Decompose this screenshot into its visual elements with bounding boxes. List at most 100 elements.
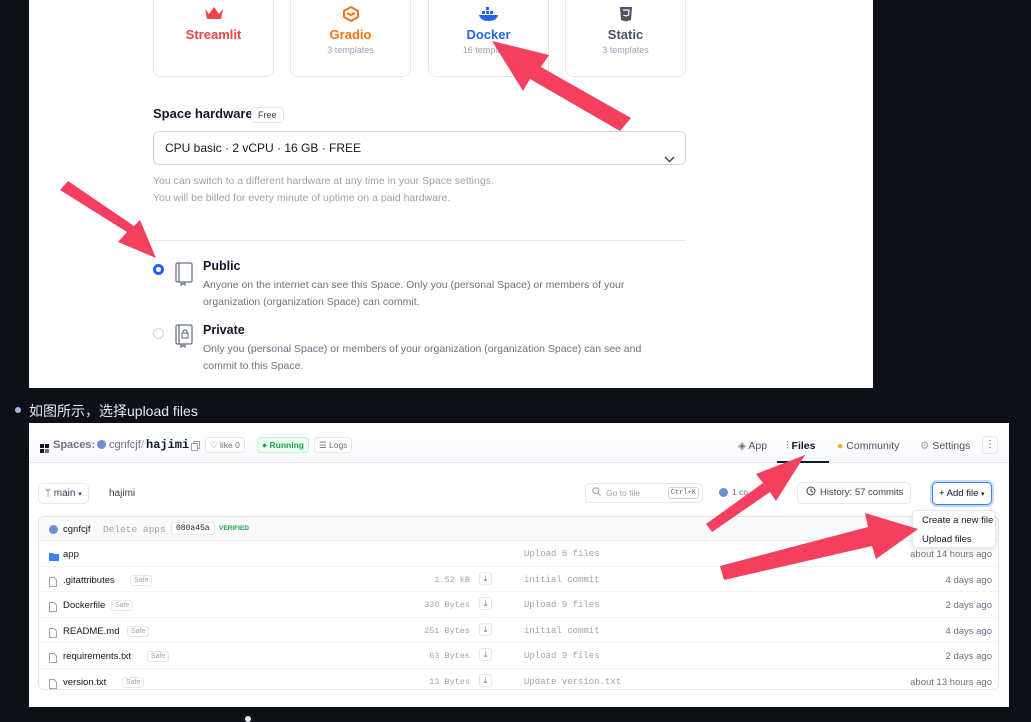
add-file-menu: Create a new file Upload files [912, 510, 996, 548]
go-to-file-input[interactable]: Go to file Ctrl+K [585, 483, 703, 503]
template-name: Gradio [329, 27, 372, 42]
file-icon [49, 676, 57, 690]
file-size: 63 Bytes [429, 651, 470, 661]
gradio-logo-icon [291, 6, 410, 24]
commit-time: 4 days ago [945, 574, 992, 586]
commit-message[interactable]: initial commit [524, 626, 600, 636]
spaces-logo-icon [40, 440, 49, 458]
safe-badge: Safe [127, 625, 150, 637]
public-description: Anyone on the internet can see this Spac… [203, 279, 625, 308]
logs-label: Logs [328, 440, 348, 450]
table-row[interactable]: Dockerfile Safe 330 Bytes ⤓ Upload 9 fil… [39, 592, 998, 618]
like-button[interactable]: ♡ like 0 [205, 437, 245, 453]
file-size: 330 Bytes [424, 600, 470, 610]
file-name[interactable]: README.md [63, 626, 119, 637]
upload-files-item[interactable]: Upload files [922, 534, 972, 545]
file-name[interactable]: .gitattributes [63, 575, 115, 586]
file-icon [49, 599, 57, 617]
search-icon [592, 484, 601, 502]
safe-badge: Safe [130, 574, 153, 586]
contributors-link[interactable]: 1 co [732, 487, 748, 497]
file-size: 13 Bytes [429, 676, 470, 687]
repo-name[interactable]: hajimi [146, 438, 189, 452]
file-icon [49, 574, 57, 592]
status-badge: ● Running [257, 437, 309, 453]
branch-selector[interactable]: ᛘ main ▾ [38, 483, 89, 504]
hardware-note: You can switch to a different hardware a… [153, 175, 494, 187]
more-options-button[interactable]: ⋮ [982, 436, 998, 454]
template-count: 16 templates [462, 45, 515, 55]
file-name[interactable]: version.txt [63, 677, 106, 688]
branch-name: main [53, 488, 76, 499]
avatar [49, 525, 58, 534]
space-files-page: Spaces: cgnfcjf / hajimi ♡ like 0 ● Runn… [29, 423, 1009, 707]
template-name: Docker [466, 27, 511, 42]
file-table: cgnfcjf Delete apps 080a45a VERIFIED app… [38, 516, 999, 690]
tab-app[interactable]: ◈ App [738, 440, 767, 452]
tab-label: Community [846, 440, 900, 452]
download-icon[interactable]: ⤓ [479, 673, 492, 687]
breadcrumb[interactable]: hajimi [109, 488, 135, 499]
gear-icon: ⚙ [920, 440, 930, 452]
keyboard-shortcut: Ctrl+K [667, 487, 699, 499]
file-name[interactable]: requirements.txt [63, 651, 131, 662]
chevron-down-icon [664, 143, 675, 176]
tab-label: Settings [932, 440, 971, 452]
file-name[interactable]: app [63, 549, 79, 560]
commit-message[interactable]: Upload 6 files [524, 549, 600, 559]
branch-icon: ᛘ [45, 488, 51, 499]
create-space-form: Streamlit Gradio 3 templates Docker 16 t… [29, 0, 873, 388]
last-commit-row: cgnfcjf Delete apps 080a45a VERIFIED [39, 517, 998, 541]
commit-message[interactable]: initial commit [524, 575, 600, 585]
folder-icon [49, 548, 59, 566]
table-row[interactable]: version.txt Safe 13 Bytes ⤓ Update versi… [39, 669, 998, 690]
file-name[interactable]: Dockerfile [63, 600, 105, 611]
download-icon[interactable]: ⤓ [479, 597, 492, 610]
copy-icon[interactable] [191, 438, 200, 456]
safe-badge: Safe [122, 676, 145, 688]
commit-message[interactable]: Upload 9 files [524, 600, 600, 610]
chevron-down-icon: ▾ [78, 491, 82, 498]
hardware-title: Space hardware [153, 106, 253, 121]
go-to-file-placeholder: Go to file [606, 488, 641, 498]
commit-message[interactable]: Upload 9 files [524, 651, 600, 661]
tab-files[interactable]: ⫶ Files [786, 440, 815, 453]
history-button[interactable]: History: 57 commits [797, 482, 912, 504]
commit-time: about 13 hours ago [910, 676, 992, 688]
tab-community[interactable]: ● Community [837, 440, 899, 452]
path-separator: / [141, 439, 145, 451]
hardware-select[interactable]: CPU basic · 2 vCPU · 16 GB · FREE [153, 131, 686, 165]
private-description: Only you (personal Space) or members of … [203, 343, 642, 372]
table-row[interactable]: README.md Safe 251 Bytes ⤓ initial commi… [39, 618, 998, 643]
commit-hash[interactable]: 080a45a [171, 522, 215, 535]
template-card-docker[interactable]: Docker 16 templates [428, 0, 549, 77]
download-icon[interactable]: ⤓ [479, 648, 492, 661]
commit-message[interactable]: Update version.txt [524, 677, 621, 687]
public-radio[interactable] [153, 264, 164, 275]
download-icon[interactable]: ⤓ [479, 571, 492, 585]
docker-whale-icon [429, 6, 548, 24]
logs-button[interactable]: ☰ Logs [314, 437, 353, 453]
like-count: 0 [235, 440, 240, 450]
file-size: 1.52 kB [434, 574, 470, 585]
avatar [97, 440, 106, 449]
create-new-file-item[interactable]: Create a new file [922, 515, 993, 526]
commit-message[interactable]: Delete apps [103, 524, 166, 535]
table-row[interactable]: app Upload 6 files about 14 hours ago [39, 541, 998, 567]
tab-settings[interactable]: ⚙ Settings [920, 440, 970, 452]
download-icon[interactable]: ⤓ [479, 622, 492, 636]
commit-time: 4 days ago [945, 625, 992, 637]
commit-author[interactable]: cgnfcjf [63, 524, 90, 535]
table-row[interactable]: requirements.txt Safe 63 Bytes ⤓ Upload … [39, 643, 998, 669]
community-icon: ● [837, 440, 844, 452]
template-card-gradio[interactable]: Gradio 3 templates [290, 0, 411, 77]
app-icon: ◈ [738, 440, 747, 452]
instruction-text: 如图所示，选择upload files [29, 403, 198, 419]
table-row[interactable]: .gitattributes Safe 1.52 kB ⤓ initial co… [39, 567, 998, 592]
template-card-streamlit[interactable]: Streamlit [153, 0, 274, 77]
owner-link[interactable]: cgnfcjf [109, 439, 141, 451]
private-radio[interactable] [153, 328, 164, 339]
add-file-button[interactable]: + Add file ▾ [932, 482, 992, 505]
template-card-static[interactable]: Static 3 templates [565, 0, 686, 77]
bullet-dot [245, 716, 251, 722]
